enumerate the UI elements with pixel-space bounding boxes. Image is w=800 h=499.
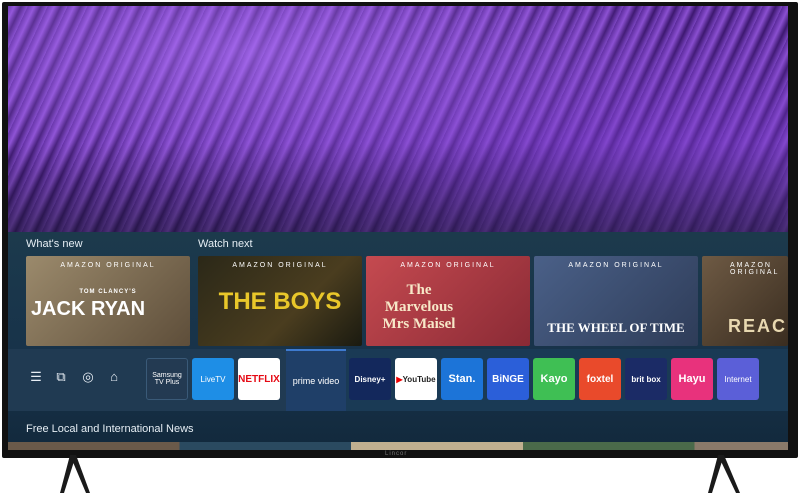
sources-icon[interactable]: ⧉ xyxy=(53,369,69,385)
news-row-strip xyxy=(8,442,788,450)
watch-next-label: Watch next xyxy=(198,238,253,250)
card-reach[interactable]: AMAZON ORIGINAL REACH xyxy=(702,256,788,346)
netflix-tile[interactable]: NETFLIX xyxy=(238,358,280,400)
prime-video-tile[interactable]: prime video xyxy=(286,349,346,411)
menu-icon[interactable]: ☰ xyxy=(28,369,44,385)
card-wheel-of-time[interactable]: AMAZON ORIGINAL THE WHEEL OF TIME xyxy=(534,256,698,346)
whats-new-label: What's new xyxy=(26,238,83,250)
card-mrs-maisel[interactable]: AMAZON ORIGINAL The Marvelous Mrs Maisel xyxy=(366,256,530,346)
tv-stand xyxy=(60,455,740,493)
foxtel-tile[interactable]: foxtel xyxy=(579,358,621,400)
ambient-icon[interactable]: ◎ xyxy=(80,369,96,385)
home-icon[interactable]: ⌂ xyxy=(106,369,122,385)
stan-tile[interactable]: Stan. xyxy=(441,358,483,400)
britbox-tile[interactable]: brit box xyxy=(625,358,667,400)
kayo-tile[interactable]: Kayo xyxy=(533,358,575,400)
internet-tile[interactable]: Internet xyxy=(717,358,759,400)
youtube-tile[interactable]: ▶ YouTube xyxy=(395,358,437,400)
disney-plus-tile[interactable]: Disney+ xyxy=(349,358,391,400)
free-news-label: Free Local and International News xyxy=(26,423,194,435)
tv-screen: What's new Watch next AMAZON ORIGINAL TO… xyxy=(8,6,788,450)
livetv-tile[interactable]: LiveTV xyxy=(192,358,234,400)
hayu-tile[interactable]: Hayu xyxy=(671,358,713,400)
card-the-boys[interactable]: AMAZON ORIGINAL THE BOYS xyxy=(198,256,362,346)
samsung-tv-plus-tile[interactable]: Samsung TV Plus xyxy=(146,358,188,400)
card-jack-ryan[interactable]: AMAZON ORIGINAL TOM CLANCY'S JACK RYAN xyxy=(26,256,190,346)
binge-tile[interactable]: BiNGE xyxy=(487,358,529,400)
